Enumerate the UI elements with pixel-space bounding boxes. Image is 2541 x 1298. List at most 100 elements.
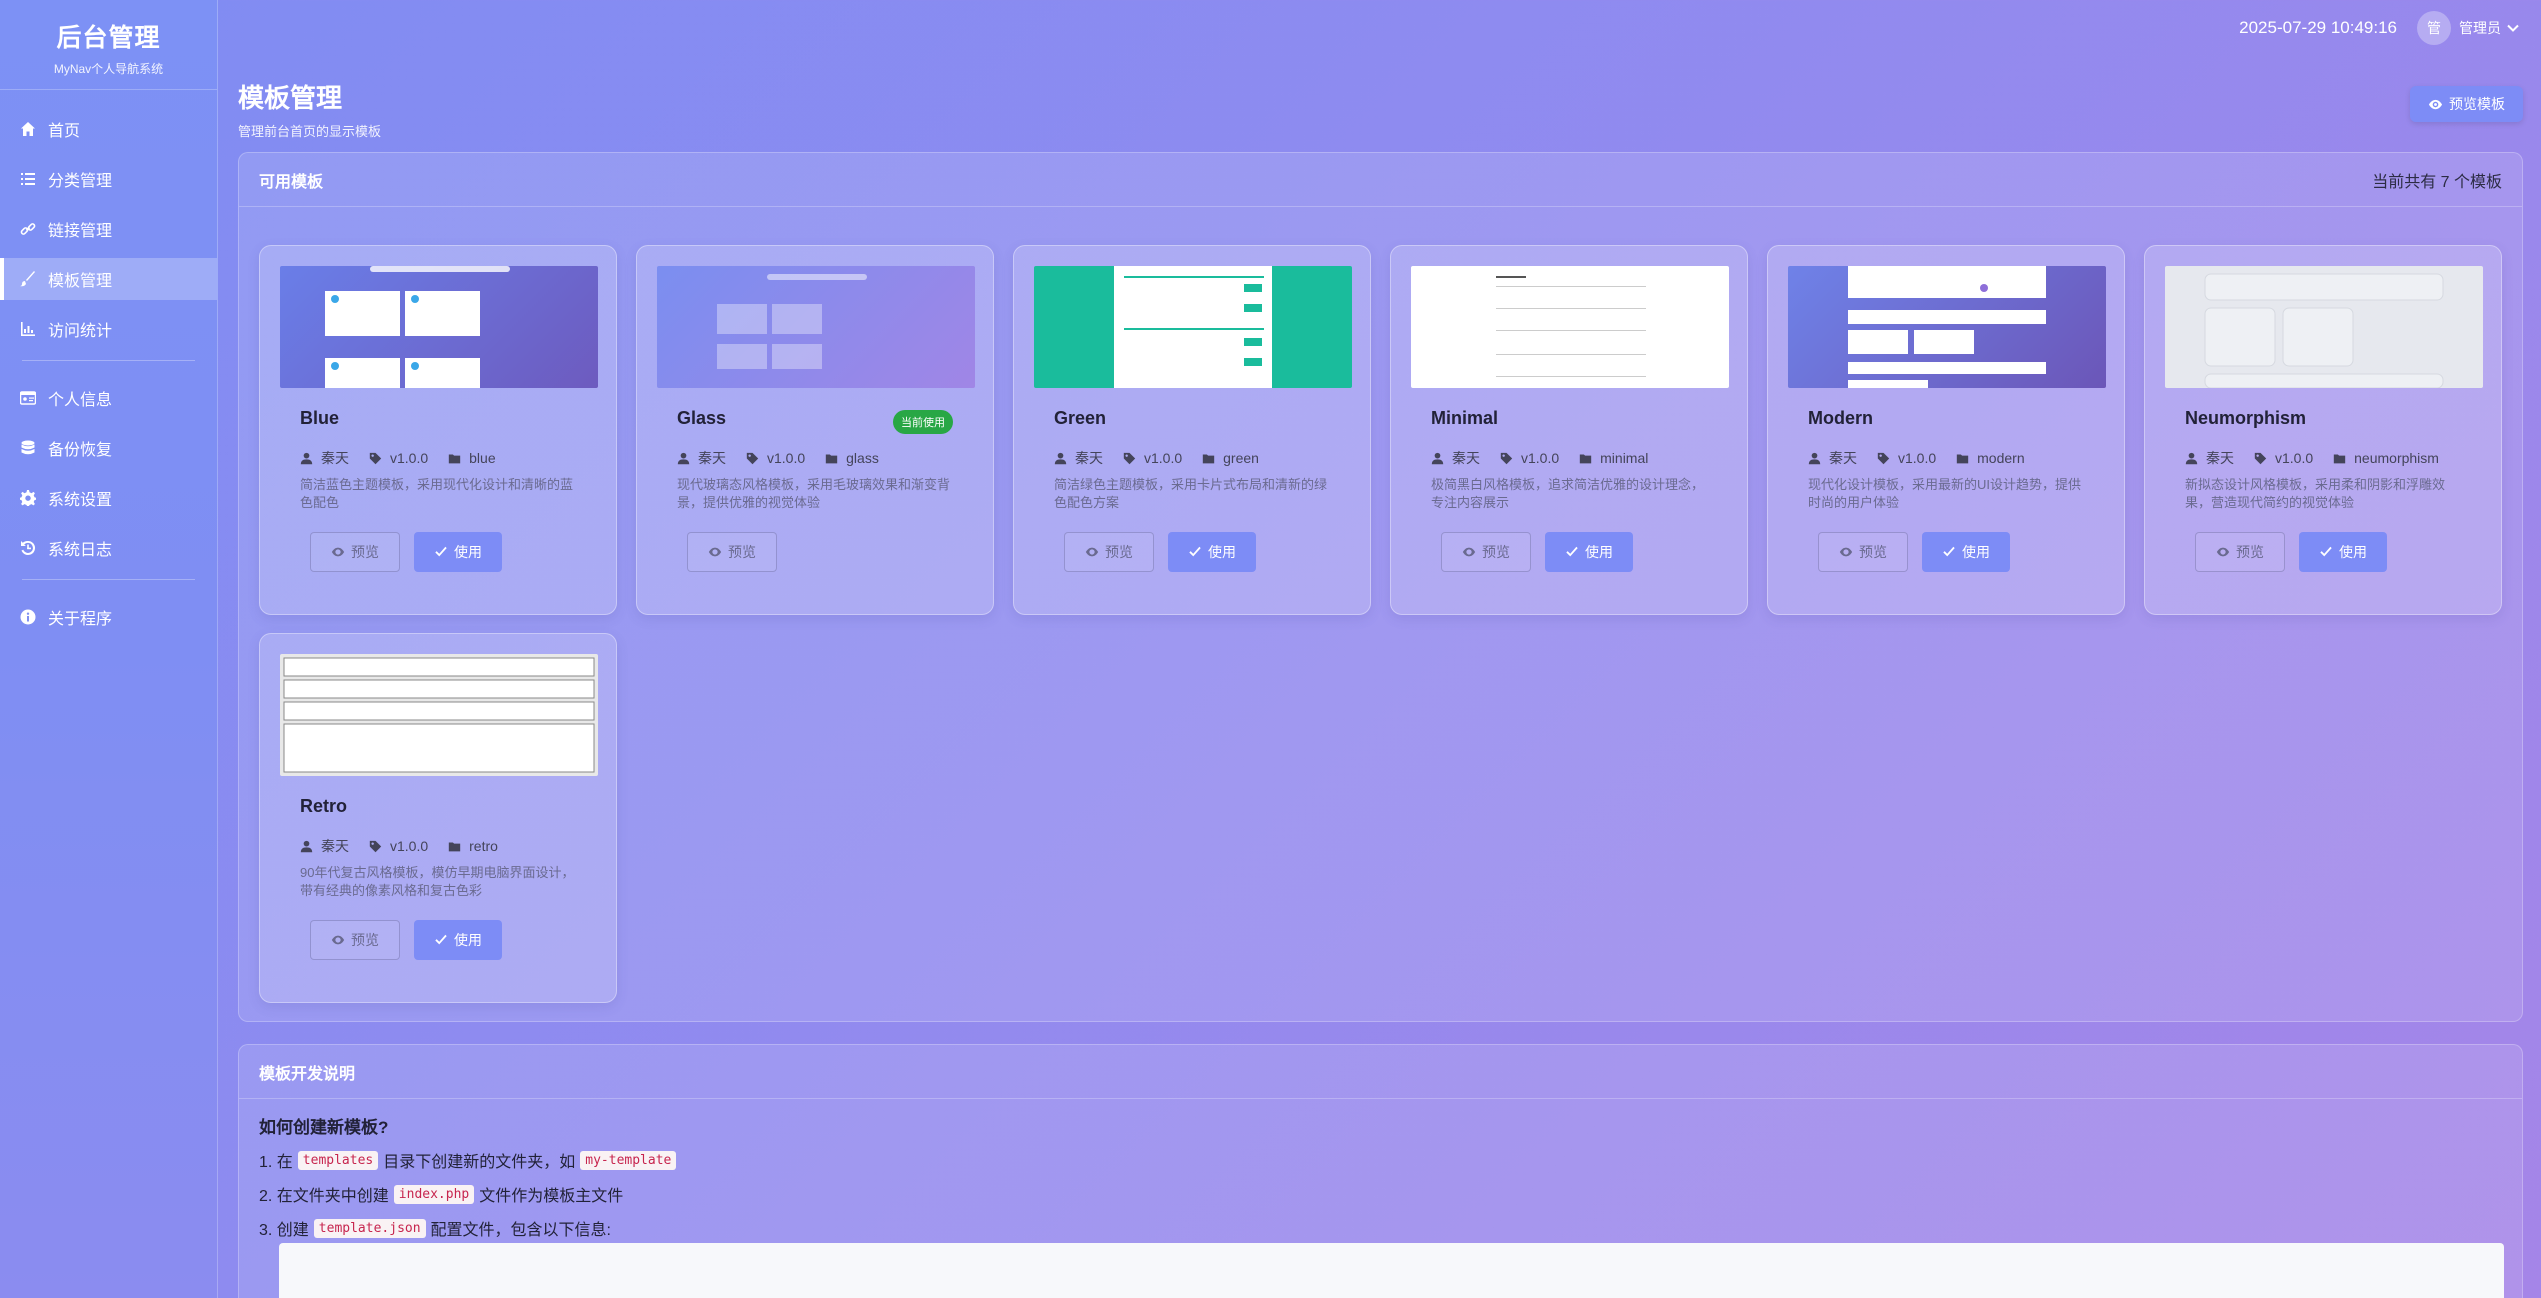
eye-icon [331, 935, 345, 945]
sidebar-item-links[interactable]: 链接管理 [0, 208, 217, 250]
template-dir: blue [469, 450, 496, 466]
sidebar-item-settings[interactable]: 系统设置 [0, 477, 217, 519]
brush-icon [20, 271, 35, 287]
eye-icon [1462, 547, 1476, 557]
template-use-label: 使用 [454, 932, 482, 948]
template-use-button[interactable]: 使用 [2299, 532, 2387, 572]
sidebar-item-logs[interactable]: 系统日志 [0, 527, 217, 569]
datetime: 2025-07-29 10:49:16 [2239, 18, 2397, 37]
home-icon [21, 122, 35, 136]
template-use-button[interactable]: 使用 [414, 920, 502, 960]
template-use-button[interactable]: 使用 [1922, 532, 2010, 572]
template-preview-button[interactable]: 预览 [1818, 532, 1908, 572]
folder-icon [825, 453, 838, 463]
template-meta: 秦天 v1.0.0 minimal [1431, 448, 1668, 468]
template-actions: 预览 使用 [1818, 532, 2024, 572]
template-actions: 预览 使用 [310, 532, 516, 572]
template-use-button[interactable]: 使用 [1545, 532, 1633, 572]
sidebar-item-backup[interactable]: 备份恢复 [0, 427, 217, 469]
sidebar-item-profile[interactable]: 个人信息 [0, 377, 217, 419]
dev-guide-panel: 模板开发说明 如何创建新模板? 1. 在 templates 目录下创建新的文件… [238, 1044, 2523, 1298]
username[interactable]: 管理员 [2459, 18, 2501, 38]
eye-icon [2428, 99, 2443, 109]
template-preview-button[interactable]: 预览 [1441, 532, 1531, 572]
template-preview-label: 预览 [351, 544, 379, 560]
id-card-icon [20, 391, 36, 405]
gear-icon [20, 490, 36, 506]
dev-guide-step-2: 2. 在文件夹中创建 index.php 文件作为模板主文件 [259, 1182, 2502, 1206]
template-preview-button[interactable]: 预览 [310, 532, 400, 572]
sidebar: 后台管理 MyNav个人导航系统 首页 分类管理 链接管理 模板管理 访问统计 … [0, 0, 218, 1298]
template-meta: 秦天 v1.0.0 glass [677, 448, 899, 468]
user-icon [1054, 452, 1067, 464]
step-text: 配置文件，包含以下信息: [430, 1222, 611, 1239]
tag-icon [369, 452, 382, 464]
template-use-label: 使用 [1962, 544, 1990, 560]
template-name: Blue [300, 408, 340, 428]
sidebar-item-label: 系统设置 [48, 492, 113, 509]
template-version: v1.0.0 [2275, 450, 2314, 466]
template-dir: retro [469, 838, 498, 854]
current-template-badge: 当前使用 [893, 410, 953, 434]
template-card-retro: Retro 秦天 v1.0.0 retro 90年代复古风格模板，模仿早期电脑界… [259, 633, 617, 1003]
folder-icon [1956, 453, 1969, 463]
template-card-modern: Modern 秦天 v1.0.0 modern 现代化设计模板，采用最新的UI设… [1767, 245, 2125, 615]
sidebar-item-about[interactable]: 关于程序 [0, 596, 217, 638]
template-card-neumorphism: Neumorphism 秦天 v1.0.0 neumorphism 新拟态设计风… [2144, 245, 2502, 615]
dev-guide-step-1: 1. 在 templates 目录下创建新的文件夹，如 my-template [259, 1148, 2502, 1172]
template-description: 简洁绿色主题模板，采用卡片式布局和清新的绿色配色方案 [1054, 477, 1328, 510]
brand-title: 后台管理 [56, 24, 161, 52]
step-text: 目录下创建新的文件夹，如 [383, 1154, 576, 1171]
template-name: Minimal [1431, 408, 1499, 428]
template-description: 极简黑白风格模板，追求简洁优雅的设计理念，专注内容展示 [1431, 477, 1705, 510]
template-author: 秦天 [1452, 450, 1480, 466]
sidebar-item-label: 关于程序 [48, 611, 113, 628]
step-text: 文件作为模板主文件 [479, 1188, 624, 1205]
template-card-green: Green 秦天 v1.0.0 green 简洁绿色主题模板，采用卡片式布局和清… [1013, 245, 1371, 615]
template-name: Glass [677, 408, 727, 428]
template-author: 秦天 [321, 838, 349, 854]
template-version: v1.0.0 [767, 450, 806, 466]
template-preview-label: 预览 [1105, 544, 1133, 560]
template-use-button[interactable]: 使用 [1168, 532, 1256, 572]
user-icon [300, 840, 313, 852]
sidebar-item-home[interactable]: 首页 [0, 108, 217, 150]
tag-icon [2254, 452, 2267, 464]
template-card-glass: Glass 当前使用 秦天 v1.0.0 glass 现代玻璃态风格模板，采用毛… [636, 245, 994, 615]
template-dir: modern [1977, 450, 2025, 466]
code-block [279, 1243, 2504, 1298]
template-preview-button[interactable]: 预览 [687, 532, 777, 572]
template-use-label: 使用 [454, 544, 482, 560]
user-icon [677, 452, 690, 464]
sidebar-nav: 首页 分类管理 链接管理 模板管理 访问统计 个人信息 备份恢复 系统设置 系统… [0, 108, 217, 638]
user-icon [1431, 452, 1444, 464]
template-thumbnail [657, 266, 975, 388]
topbar: 2025-07-29 10:49:16 管 管理员 [218, 0, 2541, 56]
template-preview-button[interactable]: 预览 [310, 920, 400, 960]
template-thumbnail [1034, 266, 1352, 388]
template-preview-button[interactable]: 预览 [1064, 532, 1154, 572]
template-description: 简洁蓝色主题模板，采用现代化设计和清晰的蓝色配色 [300, 477, 574, 510]
sidebar-item-stats[interactable]: 访问统计 [0, 308, 217, 350]
template-actions: 预览 使用 [1064, 532, 1270, 572]
brand-subtitle: MyNav个人导航系统 [53, 62, 164, 76]
template-preview-label: 预览 [2236, 544, 2264, 560]
sidebar-item-label: 个人信息 [48, 392, 113, 409]
folder-icon [448, 841, 461, 851]
template-name: Retro [300, 796, 348, 816]
sidebar-item-templates[interactable]: 模板管理 [0, 258, 217, 300]
chevron-down-icon[interactable] [2507, 22, 2519, 34]
template-meta: 秦天 v1.0.0 modern [1808, 448, 2045, 468]
template-card-blue: Blue 秦天 v1.0.0 blue 简洁蓝色主题模板，采用现代化设计和清晰的… [259, 245, 617, 615]
user-icon [2185, 452, 2198, 464]
avatar[interactable]: 管 [2417, 11, 2451, 45]
template-description: 新拟态设计风格模板，采用柔和阴影和浮雕效果，营造现代简约的视觉体验 [2185, 477, 2446, 510]
template-preview-button[interactable]: 预览 [2195, 532, 2285, 572]
preview-template-button[interactable]: 预览模板 [2410, 86, 2523, 122]
sidebar-item-categories[interactable]: 分类管理 [0, 158, 217, 200]
eye-icon [708, 547, 722, 557]
template-use-button[interactable]: 使用 [414, 532, 502, 572]
check-icon [435, 546, 447, 557]
link-icon [20, 223, 36, 235]
template-actions: 预览 使用 [310, 920, 516, 960]
